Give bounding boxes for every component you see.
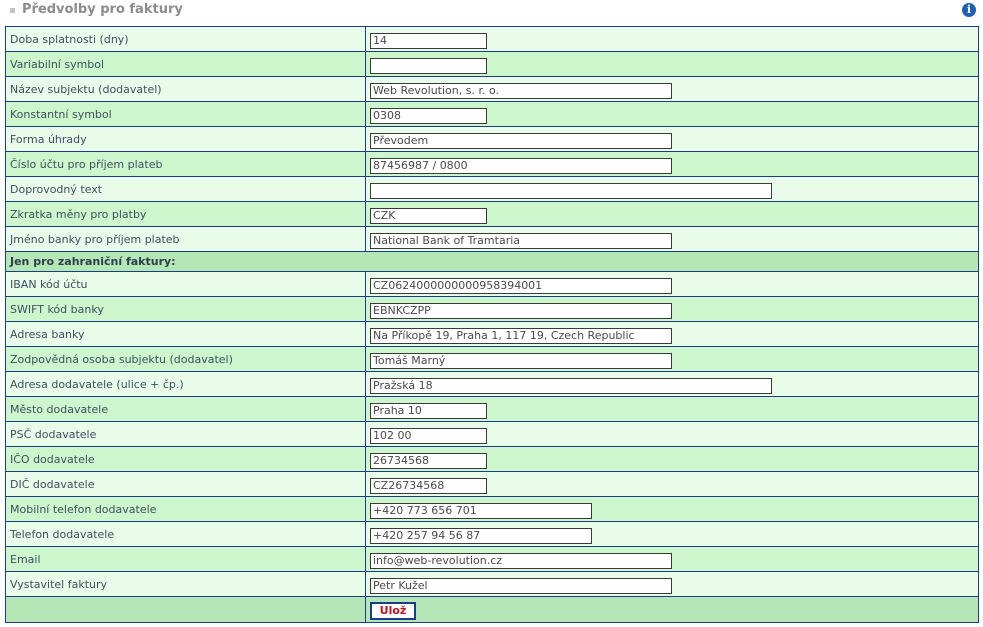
field-label: PSČ dodavatele bbox=[5, 421, 366, 447]
iban-input[interactable]: CZ0624000000000958394001 bbox=[370, 277, 672, 294]
invoice-issuer-input[interactable]: Petr Kužel bbox=[370, 577, 672, 594]
row-variable-symbol: Variabilní symbol bbox=[5, 51, 979, 77]
supplier-address-input[interactable]: Pražská 18 bbox=[370, 377, 772, 394]
row-responsible-person: Zodpovědná osoba subjektu (dodavatel) To… bbox=[5, 346, 979, 372]
field-label: IBAN kód účtu bbox=[5, 271, 366, 297]
account-number-input[interactable]: 87456987 / 0800 bbox=[370, 157, 672, 174]
supplier-ico-input[interactable]: 26734568 bbox=[370, 452, 487, 469]
field-label: Telefon dodavatele bbox=[5, 521, 366, 547]
row-bank-name: Jméno banky pro příjem plateb National B… bbox=[5, 226, 979, 252]
row-account-number: Číslo účtu pro příjem plateb 87456987 / … bbox=[5, 151, 979, 177]
row-actions: Ulož bbox=[5, 596, 979, 623]
field-label: Číslo účtu pro příjem plateb bbox=[5, 151, 366, 177]
field-label: DIČ dodavatele bbox=[5, 471, 366, 497]
row-accompanying-text: Doprovodný text bbox=[5, 176, 979, 202]
row-constant-symbol: Konstantní symbol 0308 bbox=[5, 101, 979, 127]
field-label: Variabilní symbol bbox=[5, 51, 366, 77]
save-button[interactable]: Ulož bbox=[370, 601, 416, 620]
panel-header: Předvolby pro faktury i bbox=[0, 0, 983, 22]
bank-address-input[interactable]: Na Příkopě 19, Praha 1, 117 19, Czech Re… bbox=[370, 327, 672, 344]
row-invoice-issuer: Vystavitel faktury Petr Kužel bbox=[5, 571, 979, 597]
row-email: Email info@web-revolution.cz bbox=[5, 546, 979, 572]
field-label: Adresa dodavatele (ulice + čp.) bbox=[5, 371, 366, 397]
field-label: Zodpovědná osoba subjektu (dodavatel) bbox=[5, 346, 366, 372]
accompanying-text-input[interactable] bbox=[370, 182, 772, 199]
row-swift: SWIFT kód banky EBNKCZPP bbox=[5, 296, 979, 322]
field-label: Vystavitel faktury bbox=[5, 571, 366, 597]
responsible-person-input[interactable]: Tomáš Marný bbox=[370, 352, 672, 369]
field-label: Mobilní telefon dodavatele bbox=[5, 496, 366, 522]
field-label: Název subjektu (dodavatel) bbox=[5, 76, 366, 102]
row-due-days: Doba splatnosti (dny) 14 bbox=[5, 26, 979, 52]
supplier-dic-input[interactable]: CZ26734568 bbox=[370, 477, 487, 494]
row-supplier-address: Adresa dodavatele (ulice + čp.) Pražská … bbox=[5, 371, 979, 397]
row-supplier-mobile: Mobilní telefon dodavatele +420 773 656 … bbox=[5, 496, 979, 522]
row-currency: Zkratka měny pro platby CZK bbox=[5, 201, 979, 227]
email-input[interactable]: info@web-revolution.cz bbox=[370, 552, 672, 569]
supplier-zip-input[interactable]: 102 00 bbox=[370, 427, 487, 444]
supplier-name-input[interactable]: Web Revolution, s. r. o. bbox=[370, 82, 672, 99]
payment-form-input[interactable]: Převodem bbox=[370, 132, 672, 149]
row-bank-address: Adresa banky Na Příkopě 19, Praha 1, 117… bbox=[5, 321, 979, 347]
row-supplier-name: Název subjektu (dodavatel) Web Revolutio… bbox=[5, 76, 979, 102]
page-title: Předvolby pro faktury bbox=[22, 2, 183, 17]
bullet-icon bbox=[10, 8, 15, 13]
supplier-phone-input[interactable]: +420 257 94 56 87 bbox=[370, 527, 592, 544]
supplier-city-input[interactable]: Praha 10 bbox=[370, 402, 487, 419]
swift-input[interactable]: EBNKCZPP bbox=[370, 302, 672, 319]
field-label: Konstantní symbol bbox=[5, 101, 366, 127]
section-heading: Jen pro zahraniční faktury: bbox=[5, 251, 979, 272]
constant-symbol-input[interactable]: 0308 bbox=[370, 107, 487, 124]
row-supplier-phone: Telefon dodavatele +420 257 94 56 87 bbox=[5, 521, 979, 547]
field-label: SWIFT kód banky bbox=[5, 296, 366, 322]
invoice-settings-table: Doba splatnosti (dny) 14 Variabilní symb… bbox=[5, 26, 979, 623]
row-supplier-city: Město dodavatele Praha 10 bbox=[5, 396, 979, 422]
field-label: Jméno banky pro příjem plateb bbox=[5, 226, 366, 252]
due-days-input[interactable]: 14 bbox=[370, 32, 487, 49]
field-label: Město dodavatele bbox=[5, 396, 366, 422]
row-supplier-dic: DIČ dodavatele CZ26734568 bbox=[5, 471, 979, 497]
bank-name-input[interactable]: National Bank of Tramtaria bbox=[370, 232, 672, 249]
variable-symbol-input[interactable] bbox=[370, 57, 487, 74]
row-supplier-zip: PSČ dodavatele 102 00 bbox=[5, 421, 979, 447]
currency-input[interactable]: CZK bbox=[370, 207, 487, 224]
row-supplier-ico: IČO dodavatele 26734568 bbox=[5, 446, 979, 472]
row-iban: IBAN kód účtu CZ0624000000000958394001 bbox=[5, 271, 979, 297]
row-payment-form: Forma úhrady Převodem bbox=[5, 126, 979, 152]
field-label: Adresa banky bbox=[5, 321, 366, 347]
field-label: Doba splatnosti (dny) bbox=[5, 26, 366, 52]
field-label: Doprovodný text bbox=[5, 176, 366, 202]
section-foreign-invoices: Jen pro zahraniční faktury: bbox=[5, 251, 979, 272]
field-label: IČO dodavatele bbox=[5, 446, 366, 472]
supplier-mobile-input[interactable]: +420 773 656 701 bbox=[370, 502, 592, 519]
info-icon[interactable]: i bbox=[962, 3, 976, 17]
field-label: Zkratka měny pro platby bbox=[5, 201, 366, 227]
field-label: Email bbox=[5, 546, 366, 572]
field-label: Forma úhrady bbox=[5, 126, 366, 152]
